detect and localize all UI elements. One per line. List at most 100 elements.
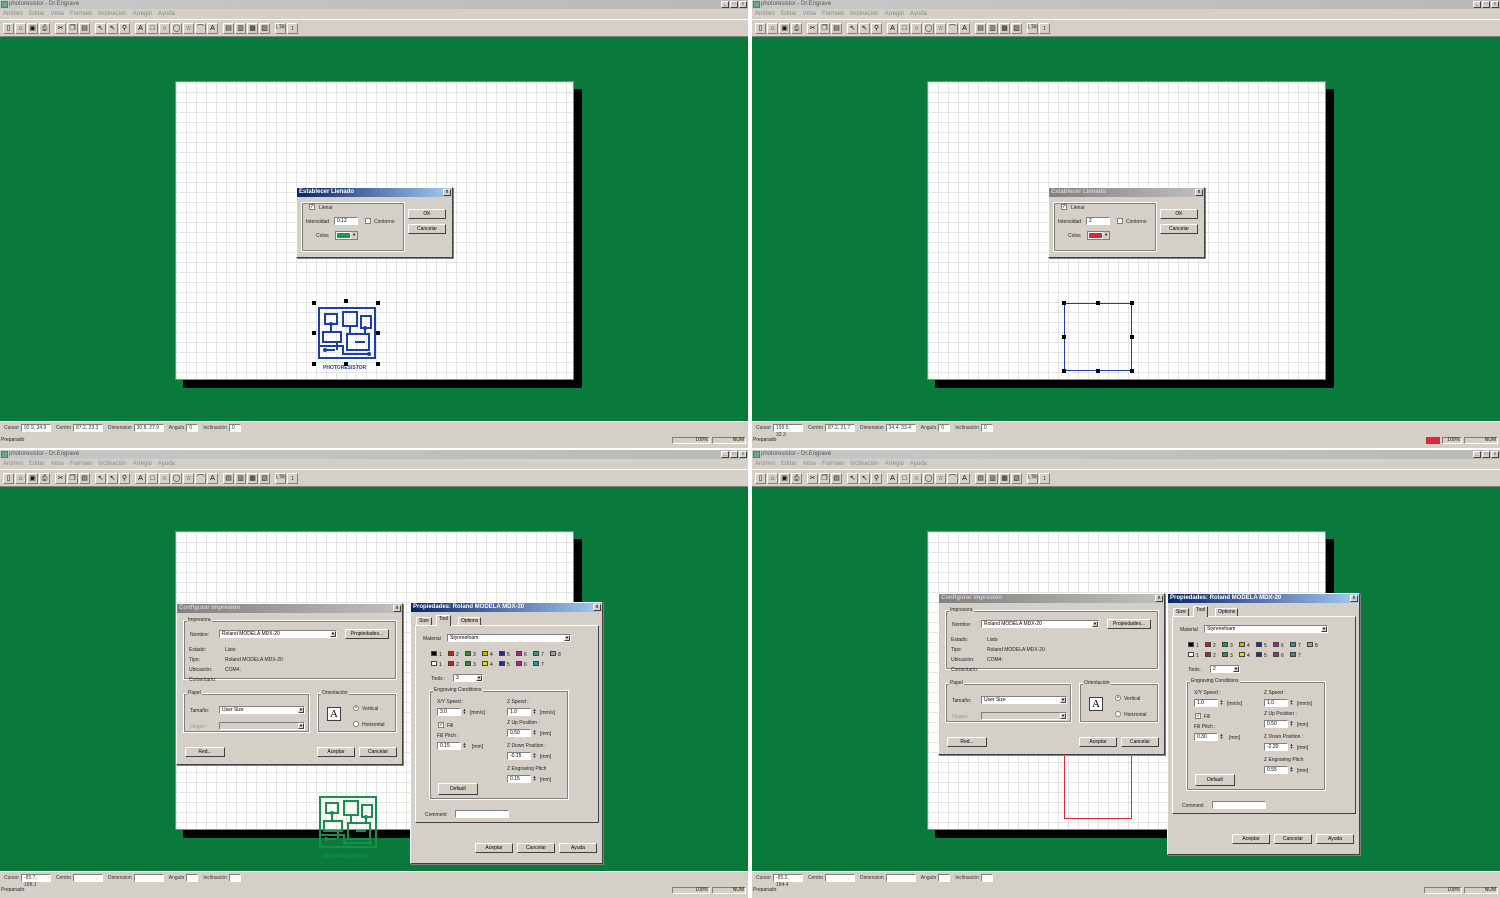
contour-icon[interactable]: ᴸᵀᴿ	[275, 473, 286, 484]
save-icon[interactable]: ▣	[27, 473, 38, 484]
new-icon[interactable]: ▯	[755, 23, 766, 34]
text-icon[interactable]: A	[887, 23, 898, 34]
selection-handle[interactable]	[1096, 369, 1100, 373]
menu-3[interactable]: Formato	[70, 9, 92, 19]
cancel-button[interactable]: Cancelar	[1121, 737, 1159, 747]
save-icon[interactable]: ▣	[779, 23, 790, 34]
cut-icon[interactable]: ✂	[55, 23, 66, 34]
paste-icon[interactable]: ▤	[831, 23, 842, 34]
properties-dialog[interactable]: Propiedades: Roland MODELA MDX-20 x Size …	[410, 602, 603, 864]
vertical-text-icon[interactable]: ↕	[1039, 23, 1050, 34]
tools-select[interactable]: 3 ▼	[453, 674, 483, 682]
pen-color-swatch[interactable]	[1307, 642, 1313, 647]
menu-5[interactable]: Arreglo	[133, 9, 152, 19]
xy-speed-spinner[interactable]: ▲ ▼	[1219, 699, 1224, 707]
close-button[interactable]: x	[1491, 451, 1499, 458]
square-shape[interactable]	[1064, 754, 1132, 819]
text-icon[interactable]: A	[887, 473, 898, 484]
chevron-down-icon[interactable]: ▼	[564, 635, 570, 641]
menu-5[interactable]: Arreglo	[885, 9, 904, 19]
pen-color-swatch[interactable]	[1273, 642, 1279, 647]
comment-input[interactable]	[455, 810, 509, 818]
copy-icon[interactable]: ❐	[67, 23, 78, 34]
chevron-down-icon[interactable]: ▼	[1321, 626, 1327, 632]
maximize-button[interactable]: □	[1482, 1, 1490, 8]
z-down-input[interactable]: -2.20	[1264, 743, 1288, 751]
paper-size-select[interactable]: User Size ▼	[981, 696, 1067, 704]
fill-dialog[interactable]: Establecer Llenado x ✓ Llenar Intensidad …	[296, 187, 453, 258]
zoom-icon[interactable]: ⚲	[871, 23, 882, 34]
cancel-button[interactable]: Cancelar	[359, 747, 397, 757]
vertical-radio[interactable]: •	[1115, 695, 1121, 701]
canvas-area[interactable]: Establecer Llenado x ✓ Llenar Intensidad …	[0, 37, 748, 421]
default-button[interactable]: Default	[438, 783, 478, 795]
properties-dialog[interactable]: Propiedades: Roland MODELA MDX-20 x Size …	[1167, 593, 1360, 855]
menu-4[interactable]: Inclinación	[98, 459, 126, 469]
pen-color-swatch[interactable]	[448, 661, 454, 666]
pen-color-swatch[interactable]	[1239, 642, 1245, 647]
open-icon[interactable]: ⌂	[15, 23, 26, 34]
align-icon[interactable]: ▤	[223, 23, 234, 34]
pen-color-swatch[interactable]	[465, 651, 471, 656]
align-icon[interactable]: ▤	[975, 473, 986, 484]
chevron-down-icon[interactable]: ▼	[1103, 232, 1109, 239]
xy-speed-spinner[interactable]: ▲ ▼	[462, 708, 467, 716]
ok-button[interactable]: OK	[1160, 209, 1198, 219]
minimize-button[interactable]: _	[721, 1, 729, 8]
z-pitch-spinner[interactable]: ▲ ▼	[1289, 766, 1294, 774]
fill-checkbox[interactable]: ✓	[1061, 204, 1067, 210]
menu-4[interactable]: Inclinación	[98, 9, 126, 19]
selection-handle[interactable]	[344, 299, 348, 303]
accept-button[interactable]: Aceptar	[1232, 834, 1270, 844]
material-select[interactable]: Styrenefoam ▼	[447, 634, 571, 642]
print-icon[interactable]: ⎙	[39, 23, 50, 34]
print-icon[interactable]: ⎙	[791, 473, 802, 484]
minimize-button[interactable]: _	[1473, 1, 1481, 8]
pen-color-swatch[interactable]	[1188, 642, 1194, 647]
cancel-button[interactable]: Cancelar	[1274, 834, 1312, 844]
node-edit-icon[interactable]: ↖	[107, 23, 118, 34]
selection-handle[interactable]	[1130, 301, 1134, 305]
menu-4[interactable]: Inclinación	[850, 9, 878, 19]
printer-name-select[interactable]: Roland MODELA MDX-20 ▼	[981, 620, 1099, 628]
selection-handle[interactable]	[1096, 301, 1100, 305]
pen-color-swatch[interactable]	[448, 651, 454, 656]
intensity-input[interactable]: 2	[1086, 217, 1110, 225]
node-edit-icon[interactable]: ↖	[107, 473, 118, 484]
menu-2[interactable]: Vista	[803, 459, 816, 469]
z-pitch-input[interactable]: 0.55	[1264, 766, 1288, 774]
dialog-close-button[interactable]: x	[1350, 595, 1358, 602]
layout-icon[interactable]: ▦	[247, 23, 258, 34]
cancel-button[interactable]: Cancelar	[408, 224, 446, 234]
z-down-spinner[interactable]: ▲ ▼	[1289, 743, 1294, 751]
selection-handle[interactable]	[376, 301, 380, 305]
close-button[interactable]: x	[739, 451, 747, 458]
ellipse-icon[interactable]: ◯	[923, 23, 934, 34]
cut-icon[interactable]: ✂	[807, 23, 818, 34]
tab-tool[interactable]: Tool	[436, 615, 452, 626]
pen-color-swatch[interactable]	[533, 651, 539, 656]
menu-0[interactable]: Archivo	[755, 459, 775, 469]
ellipse-icon[interactable]: ◯	[171, 23, 182, 34]
chevron-down-icon[interactable]: ▼	[1060, 697, 1066, 703]
arrange-icon[interactable]: ▥	[235, 23, 246, 34]
menu-1[interactable]: Editar	[29, 459, 45, 469]
printer-name-select[interactable]: Roland MODELA MDX-20 ▼	[219, 630, 337, 638]
selection-handle[interactable]	[376, 331, 380, 335]
polyline-icon[interactable]: ⌒	[195, 23, 206, 34]
minimize-button[interactable]: _	[721, 451, 729, 458]
menu-6[interactable]: Ayuda	[910, 459, 927, 469]
circle-icon[interactable]: ○	[159, 473, 170, 484]
fill-pitch-input[interactable]: 0.30	[1194, 733, 1218, 741]
layout-icon[interactable]: ▦	[999, 23, 1010, 34]
cut-icon[interactable]: ✂	[55, 473, 66, 484]
fill-checkbox[interactable]: ✓	[438, 722, 444, 728]
menu-5[interactable]: Arreglo	[133, 459, 152, 469]
accept-button[interactable]: Aceptar	[475, 843, 513, 853]
print-icon[interactable]: ⎙	[39, 473, 50, 484]
z-down-input[interactable]: -0.15	[507, 752, 531, 760]
selection-handle[interactable]	[1062, 369, 1066, 373]
paste-icon[interactable]: ▤	[831, 473, 842, 484]
fill-pitch-spinner[interactable]: ▲ ▼	[1219, 733, 1224, 741]
arrange-icon[interactable]: ▥	[235, 473, 246, 484]
